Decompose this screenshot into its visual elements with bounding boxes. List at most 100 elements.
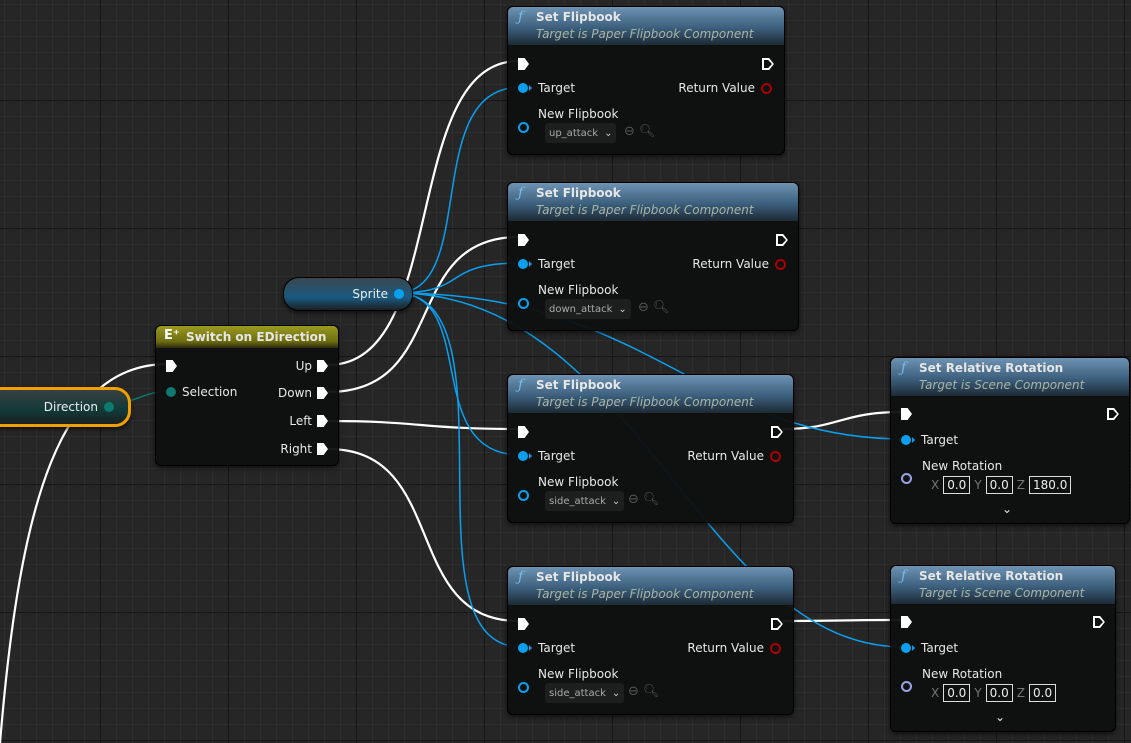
flipbook-dropdown[interactable]: down_attack ⌄ [545,299,631,319]
rotation-vector-fields: X 0.0 Y 0.0 Z 180.0 [931,476,1072,494]
target-pin[interactable] [518,643,528,653]
target-label: Target [538,449,576,463]
set-flipbook-node[interactable]: ƒ Set Flipbook Target is Paper Flipbook Co… [507,182,799,331]
object-wire-2 [395,262,522,294]
new-flipbook-pin[interactable] [518,489,529,501]
target-pin[interactable] [518,451,528,461]
flipbook-value: side_attack [549,687,606,699]
function-icon: ƒ [901,568,907,584]
y-label: Y [974,478,982,492]
use-selected-icon[interactable]: ⊖ [628,684,639,699]
set-relative-rotation-node[interactable]: ƒ Set Relative Rotation Target is Scene Co… [890,565,1116,732]
exec-input-pin[interactable] [518,58,529,70]
new-flipbook-label: New Flipbook [538,667,619,681]
target-pin[interactable] [518,83,528,93]
node-title: Switch on EDirection [186,330,327,344]
exec-output-pin[interactable] [776,234,788,246]
object-wire-1 [395,86,522,294]
chevron-down-icon: ⌄ [604,127,613,139]
node-subtitle: Target is Paper Flipbook Component [536,395,754,409]
y-field[interactable]: 0.0 [985,476,1013,494]
return-value-pin[interactable] [761,82,772,94]
set-flipbook-node[interactable]: ƒ Set Flipbook Target is Paper Flipbook Co… [507,374,794,523]
new-flipbook-pin[interactable] [518,297,529,309]
exec-wire-sf4-rot2 [781,618,903,623]
direction-output-pin[interactable] [104,402,114,412]
z-field[interactable]: 0.0 [1029,684,1057,702]
rotation-vector-fields: X 0.0 Y 0.0 Z 0.0 [931,684,1057,702]
set-relative-rotation-node[interactable]: ƒ Set Relative Rotation Target is Scene Co… [890,357,1130,524]
return-value-pin[interactable] [770,450,781,462]
browse-search-icon[interactable]: 🔍︎ [643,492,660,507]
target-label: Target [921,641,959,655]
exec-wire-down [327,235,520,394]
browse-search-icon[interactable]: 🔍︎ [653,300,670,315]
exec-input-pin[interactable] [901,408,912,420]
new-rotation-label: New Rotation [922,459,1003,473]
expand-chevron-icon[interactable]: ⌄ [1002,502,1012,516]
exec-output-pin[interactable] [762,58,774,70]
exec-output-pin[interactable] [771,618,783,630]
direction-variable-node[interactable]: Direction [0,387,131,427]
exec-output-pin[interactable] [771,426,783,438]
left-label: Left [289,414,312,428]
new-flipbook-pin[interactable] [518,121,529,133]
return-value-pin[interactable] [770,642,781,654]
exec-output-pin[interactable] [1093,616,1105,628]
left-exec-pin[interactable] [317,415,328,427]
x-label: X [931,686,940,700]
z-field[interactable]: 180.0 [1029,476,1072,494]
y-field[interactable]: 0.0 [985,684,1013,702]
switch-on-edirection-node[interactable]: E⁺ Switch on EDirection Selection Up Dow… [155,325,339,466]
exec-output-pin[interactable] [1107,408,1119,420]
return-value-label: Return Value [692,257,769,271]
z-label: Z [1016,478,1025,492]
node-subtitle: Target is Paper Flipbook Component [536,587,754,601]
use-selected-icon[interactable]: ⊖ [624,124,635,139]
object-wire-4 [395,292,522,648]
x-field[interactable]: 0.0 [943,476,971,494]
down-exec-pin[interactable] [317,387,328,399]
set-flipbook-node[interactable]: ƒ Set Flipbook Target is Paper Flipbook Co… [507,566,794,715]
function-icon: ƒ [518,9,524,25]
target-label: Target [538,81,576,95]
target-label: Target [538,641,576,655]
exec-input-pin[interactable] [166,360,177,372]
right-exec-pin[interactable] [317,443,328,455]
chevron-down-icon: ⌄ [618,303,627,315]
down-label: Down [277,386,312,400]
flipbook-dropdown[interactable]: up_attack ⌄ [545,123,617,143]
up-exec-pin[interactable] [317,360,328,372]
return-value-label: Return Value [687,641,764,655]
enum-switch-icon: E⁺ [164,328,180,343]
x-field[interactable]: 0.0 [943,684,971,702]
function-icon: ƒ [518,569,524,585]
selection-pin[interactable] [166,387,176,397]
browse-search-icon[interactable]: 🔍︎ [643,684,660,699]
set-flipbook-node[interactable]: ƒ Set Flipbook Target is Paper Flipbook Co… [507,6,785,155]
target-pin[interactable] [518,259,528,269]
up-label: Up [295,359,312,373]
return-value-pin[interactable] [775,258,786,270]
new-flipbook-pin[interactable] [518,681,529,693]
flipbook-dropdown[interactable]: side_attack ⌄ [545,683,625,703]
exec-input-pin[interactable] [901,616,912,628]
sprite-variable-node[interactable]: Sprite [283,277,413,311]
y-label: Y [974,686,982,700]
new-rotation-pin[interactable] [901,472,912,484]
target-label: Target [538,257,576,271]
new-rotation-pin[interactable] [901,680,912,692]
target-pin[interactable] [901,643,911,653]
browse-search-icon[interactable]: 🔍︎ [639,124,656,139]
sprite-output-pin[interactable] [394,289,404,299]
use-selected-icon[interactable]: ⊖ [628,492,639,507]
exec-input-pin[interactable] [518,426,529,438]
flipbook-dropdown[interactable]: side_attack ⌄ [545,491,625,511]
exec-wire-right [327,447,520,623]
target-pin[interactable] [901,435,911,445]
use-selected-icon[interactable]: ⊖ [638,300,649,315]
exec-input-pin[interactable] [518,234,529,246]
exec-input-pin[interactable] [518,618,529,630]
selection-label: Selection [182,385,238,399]
expand-chevron-icon[interactable]: ⌄ [995,710,1005,724]
